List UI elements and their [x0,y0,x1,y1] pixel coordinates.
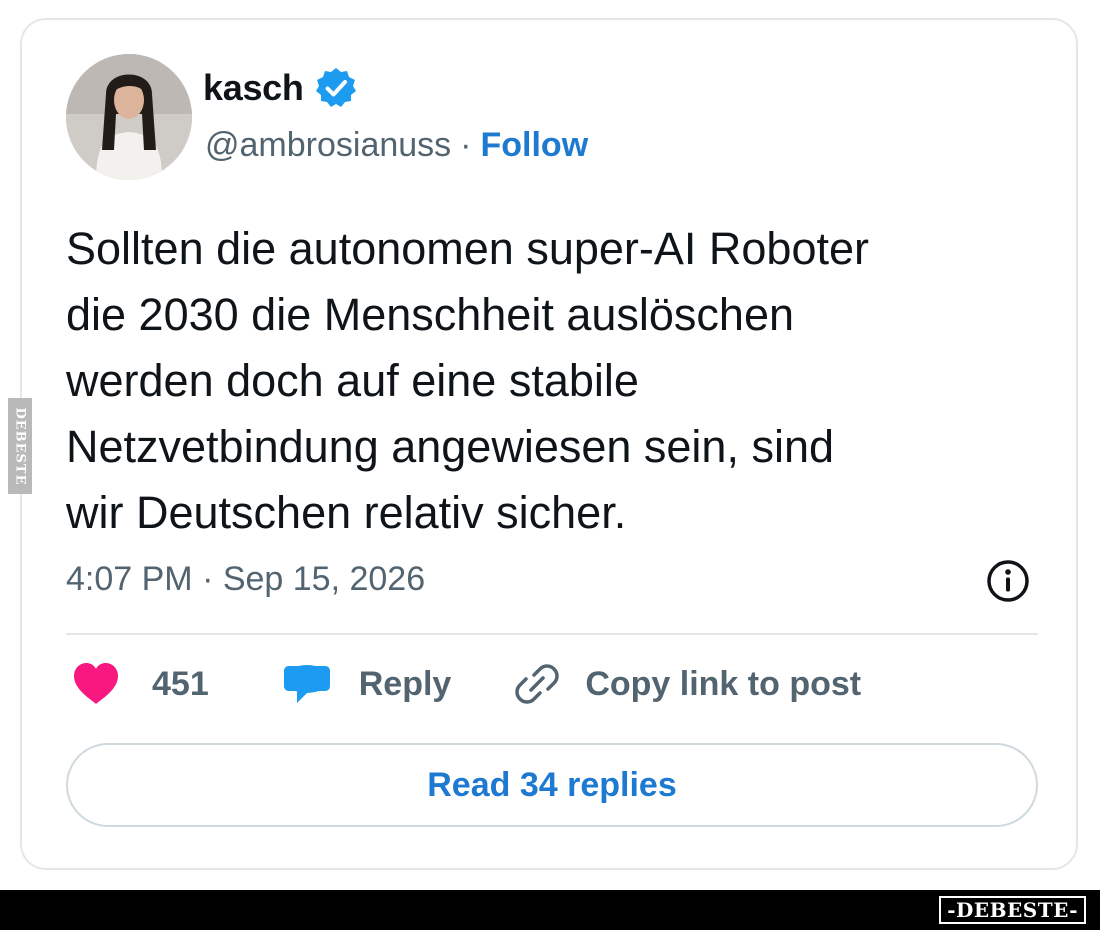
speech-bubble-icon [283,665,330,703]
heart-icon [74,663,118,704]
bottom-bar: -DEBESTE- [0,890,1100,930]
avatar-image [66,54,192,180]
author-handle[interactable]: @ambrosianuss [205,126,451,165]
follow-button[interactable]: Follow [481,126,589,165]
post-timestamp[interactable]: 4:07 PM · Sep 15, 2026 [66,560,425,599]
separator-dot: · [460,126,472,164]
verified-badge-icon [315,68,356,107]
like-action[interactable]: 451 [72,662,209,706]
copy-link-button[interactable]: Copy link to post [513,662,861,706]
avatar[interactable] [66,54,192,180]
author-row: kasch [203,66,358,110]
copy-link-label: Copy link to post [585,664,862,703]
debeste-logo: -DEBESTE- [939,896,1086,924]
author-name[interactable]: kasch [203,67,304,109]
info-icon[interactable] [985,558,1031,604]
side-watermark: DEBESTE [8,398,32,494]
read-replies-button[interactable]: Read 34 replies [66,743,1038,827]
reply-label: Reply [358,664,452,703]
action-bar: 451 Reply Copy link to post [72,662,861,706]
handle-row: @ambrosianuss · Follow [205,126,588,165]
link-icon [515,664,560,704]
reply-button[interactable]: Reply [283,662,452,706]
like-count: 451 [152,664,209,703]
divider [66,633,1038,635]
post-card: kasch @ambrosianuss · Follow Sollten die… [20,18,1078,870]
post-text: Sollten die autonomen super-AI Roboter d… [66,223,869,538]
side-watermark-text: DEBESTE [12,406,28,486]
